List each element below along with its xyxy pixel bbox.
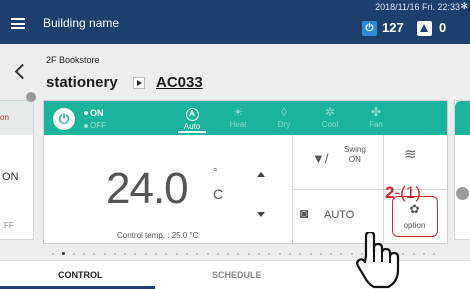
page-dot xyxy=(62,252,66,255)
off-label: OFF xyxy=(90,121,106,130)
page-dot xyxy=(103,253,106,255)
page-dot xyxy=(433,253,436,255)
auto-fan-icon[interactable]: ◙ xyxy=(300,205,308,221)
page-dot xyxy=(268,253,271,255)
page-dot xyxy=(330,253,333,255)
mode-heat-label: Heat xyxy=(229,120,247,129)
page-dot xyxy=(216,253,219,255)
page-dot xyxy=(52,253,54,255)
alert-count: 0 xyxy=(439,20,447,35)
fan-speed-icon[interactable]: ≋ xyxy=(404,145,417,163)
page-dot xyxy=(82,253,85,255)
dry-mode-icon: ◊ xyxy=(281,105,287,119)
previous-card-mode-bar: on xyxy=(0,101,33,135)
floor-store-label: 2F Bookstore xyxy=(46,55,100,65)
page-dot xyxy=(278,253,281,255)
mode-dry-label: Dry xyxy=(277,120,291,129)
next-arrow-icon[interactable] xyxy=(456,187,469,200)
page-dot xyxy=(299,253,302,255)
top-bar: Building name 2018/11/16 Fri. 22:33 ✻ ⏻ … xyxy=(0,0,470,44)
hand-pointer-icon xyxy=(356,232,400,289)
degree-symbol: ° xyxy=(213,167,218,179)
datetime: 2018/11/16 Fri. 22:33 xyxy=(375,2,460,12)
off-indicator-dot xyxy=(84,124,88,128)
page-dot xyxy=(258,253,260,255)
divider xyxy=(292,189,447,190)
heat-mode-icon: ☀ xyxy=(232,105,244,119)
page-dot xyxy=(319,253,322,255)
page-dot xyxy=(144,253,147,255)
page-dot xyxy=(165,253,168,255)
option-label: option xyxy=(403,221,426,230)
temp-up-arrow-icon[interactable] xyxy=(257,172,265,177)
swing-label[interactable]: Swing ON xyxy=(344,145,366,165)
mode-auto[interactable]: A Auto xyxy=(170,105,214,133)
page-dot xyxy=(134,253,137,255)
previous-card-on-label: ON xyxy=(2,171,19,183)
hamburger-menu-icon[interactable] xyxy=(11,18,25,29)
page-dot xyxy=(422,253,425,255)
step-sub: -(1) xyxy=(394,183,421,202)
page-dot xyxy=(412,253,415,255)
page-dot xyxy=(206,253,209,255)
page-dot xyxy=(185,253,188,255)
tab-control[interactable]: CONTROL xyxy=(58,270,103,280)
swing-title: Swing xyxy=(344,145,366,154)
gear-icon: ✿ xyxy=(409,202,420,216)
temperature-unit: C xyxy=(213,186,224,202)
unit-control-card: ⏻ ON OFF A Auto ☀ Heat ◊ Dry ✲ Cool ✤ Fa… xyxy=(43,100,448,244)
swing-state: ON xyxy=(348,155,361,164)
page-dot xyxy=(175,253,178,255)
page-dot xyxy=(155,253,157,255)
building-name: Building name xyxy=(43,16,120,30)
auto-fan-label[interactable]: AUTO xyxy=(324,209,354,221)
previous-unit-card[interactable]: on ON FF xyxy=(0,100,34,240)
previous-card-label: on xyxy=(0,113,9,122)
page-dot xyxy=(124,253,127,255)
group-name: stationery xyxy=(46,74,118,91)
next-card-mode-bar xyxy=(455,101,470,135)
control-temperature: Control temp. : 25.0 °C xyxy=(117,231,199,240)
temp-down-arrow-icon[interactable] xyxy=(257,212,265,217)
previous-card-off-label: FF xyxy=(4,221,14,230)
mode-bar: ⏻ ON OFF A Auto ☀ Heat ◊ Dry ✲ Cool ✤ Fa… xyxy=(44,101,447,135)
page-dot xyxy=(113,253,116,255)
page-dot xyxy=(309,253,312,255)
mode-auto-label: Auto xyxy=(183,122,201,131)
tab-schedule[interactable]: SCHEDULE xyxy=(212,270,262,280)
back-chevron-icon[interactable] xyxy=(14,63,31,80)
page-dot xyxy=(237,253,240,255)
mode-fan[interactable]: ✤ Fan xyxy=(354,105,398,131)
page-dot xyxy=(227,253,230,255)
mode-heat[interactable]: ☀ Heat xyxy=(216,105,260,131)
page-dot xyxy=(196,253,199,255)
mode-cool[interactable]: ✲ Cool xyxy=(308,105,352,131)
on-label: ON xyxy=(90,108,104,118)
mode-dry[interactable]: ◊ Dry xyxy=(262,105,306,131)
cool-mode-icon: ✲ xyxy=(324,105,336,119)
settings-icon[interactable]: ✻ xyxy=(460,1,468,12)
page-dot xyxy=(340,253,343,255)
previous-arrow-icon[interactable] xyxy=(26,92,36,102)
on-count: 127 xyxy=(382,20,404,35)
auto-mode-icon: A xyxy=(185,108,199,121)
alert-warning-icon xyxy=(417,21,432,36)
unit-name-link[interactable]: AC033 xyxy=(156,74,203,91)
mode-cool-label: Cool xyxy=(321,120,339,129)
page-dot xyxy=(72,253,75,255)
power-on-status-icon: ⏻ xyxy=(362,21,377,36)
step-annotation: 2-(1) xyxy=(385,183,421,203)
next-unit-card[interactable] xyxy=(454,100,470,240)
on-indicator-dot xyxy=(84,111,88,115)
page-dot xyxy=(93,253,96,255)
set-temperature: 24.0 xyxy=(106,164,189,213)
power-button[interactable]: ⏻ xyxy=(53,108,75,130)
page-dot xyxy=(247,253,250,255)
expand-arrow-icon[interactable] xyxy=(133,77,145,89)
mode-fan-label: Fan xyxy=(369,120,383,129)
swing-icon[interactable]: ▼/ xyxy=(312,151,328,166)
fan-mode-icon: ✤ xyxy=(370,105,382,119)
page-dot xyxy=(288,253,291,255)
